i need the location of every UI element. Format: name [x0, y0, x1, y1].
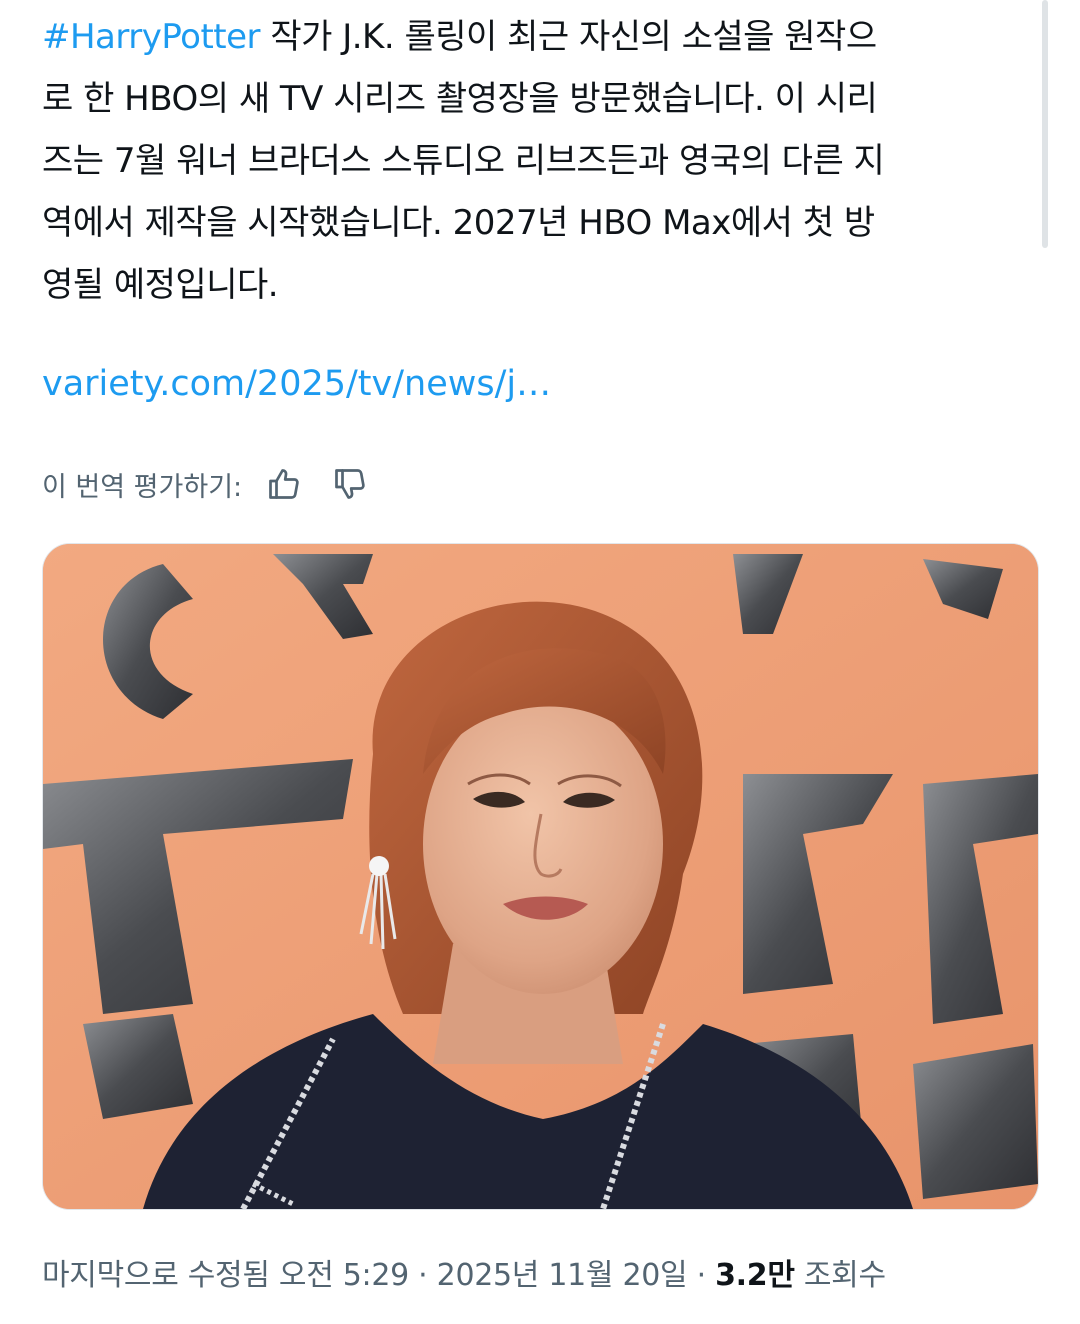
thumbs-up-button[interactable]	[262, 462, 306, 506]
portrait-photo	[43, 544, 1038, 1209]
scrollbar[interactable]	[1042, 0, 1048, 248]
thumbs-down-button[interactable]	[328, 462, 372, 506]
tweet-text-line-3: 즈는 7월 워너 브라더스 스튜디오 리브즈든과 영국의 다른 지	[42, 141, 885, 181]
hashtag-link[interactable]: #HarryPotter	[42, 17, 261, 57]
tweet-photo[interactable]	[42, 543, 1039, 1210]
meta-separator: ·	[418, 1258, 428, 1293]
article-link[interactable]: variety.com/2025/tv/news/j…	[42, 364, 551, 404]
tweet-meta: 마지막으로 수정됨 오전 5:29 · 2025년 11월 20일 · 3.2만…	[42, 1250, 886, 1294]
tweet-text-line-5: 영될 예정입니다.	[42, 265, 279, 305]
tweet-text-line-4: 역에서 제작을 시작했습니다. 2027년 HBO Max에서 첫 방	[42, 203, 875, 243]
thumbs-down-icon	[335, 469, 365, 499]
translation-rating: 이 번역 평가하기:	[42, 460, 372, 508]
meta-separator-2: ·	[696, 1258, 707, 1293]
tweet-text-segment: 작가 J.K. 롤링이 최근 자신의 소설을 원작으	[260, 17, 877, 57]
tweet-text-line-1: #HarryPotter 작가 J.K. 롤링이 최근 자신의 소설을 원작으	[42, 6, 1017, 68]
timestamp-time[interactable]: 오전 5:29	[279, 1258, 409, 1293]
edited-label[interactable]: 마지막으로 수정됨	[42, 1258, 270, 1293]
tweet-text: #HarryPotter 작가 J.K. 롤링이 최근 자신의 소설을 원작으 …	[42, 6, 1017, 316]
rate-translation-label: 이 번역 평가하기:	[42, 471, 243, 503]
thumbs-up-icon	[269, 469, 299, 499]
views-count[interactable]: 3.2만	[715, 1258, 795, 1293]
timestamp-date[interactable]: 2025년 11월 20일	[437, 1258, 688, 1293]
tweet-text-line-2: 로 한 HBO의 새 TV 시리즈 촬영장을 방문했습니다. 이 시리	[42, 79, 878, 119]
views-label: 조회수	[803, 1258, 886, 1293]
